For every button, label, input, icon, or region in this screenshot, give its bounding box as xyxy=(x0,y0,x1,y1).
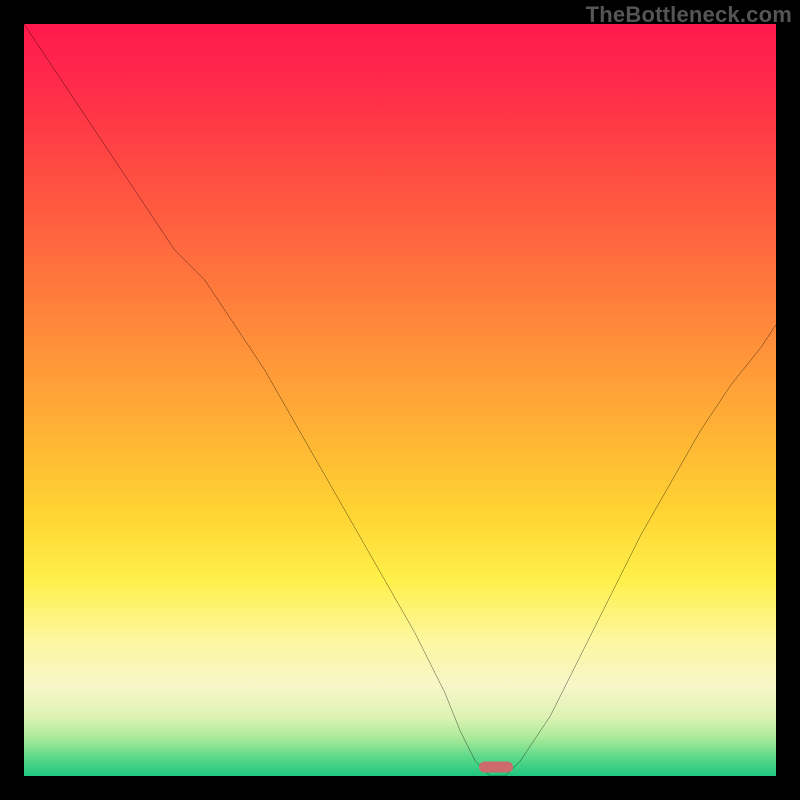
watermark-text: TheBottleneck.com xyxy=(586,2,792,28)
bottleneck-curve xyxy=(24,24,776,776)
chart-frame: TheBottleneck.com xyxy=(0,0,800,800)
plot-area xyxy=(24,24,776,776)
minimum-marker xyxy=(479,761,513,772)
